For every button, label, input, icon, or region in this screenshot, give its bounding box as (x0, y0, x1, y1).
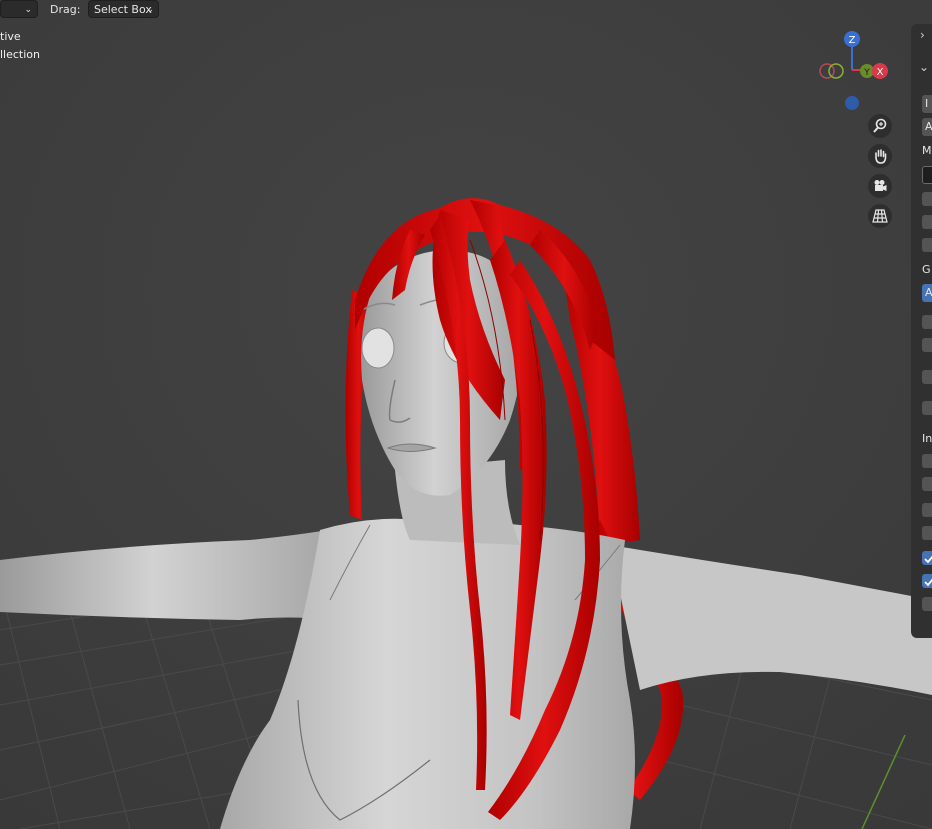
sidebar-option-box[interactable] (922, 315, 932, 329)
pan-button[interactable] (868, 144, 892, 168)
viewport-mode-text: tive (0, 30, 21, 43)
hand-icon (875, 149, 887, 164)
sidebar-active-button[interactable]: A (922, 284, 932, 302)
sidebar-field-1[interactable]: I (922, 95, 932, 113)
collection-text: llection (0, 48, 40, 61)
sidebar-label-g: G (922, 263, 931, 276)
sidebar-select-field[interactable] (922, 166, 932, 184)
zoom-button[interactable] (868, 114, 892, 138)
sidebar-option-box[interactable] (922, 477, 932, 491)
sidebar-label-in: In (922, 432, 932, 445)
sidebar-option-box[interactable] (922, 192, 932, 206)
navigation-gizmo[interactable]: Y Z X (812, 28, 896, 118)
sidebar-option-box[interactable] (922, 503, 932, 517)
drag-mode-label: Select Box (94, 3, 152, 16)
negative-z-axis-icon[interactable] (845, 96, 859, 110)
checkmark-icon (924, 578, 932, 587)
x-axis-label: X (877, 67, 884, 78)
sidebar-option-box[interactable] (922, 401, 932, 415)
sidebar-checkbox-checked[interactable] (922, 574, 932, 588)
sidebar-option-box[interactable] (922, 370, 932, 384)
sidebar-option-box[interactable] (922, 526, 932, 540)
sidebar-option-box[interactable] (922, 597, 932, 611)
drag-label: Drag: (50, 3, 81, 16)
checkmark-icon (924, 555, 932, 564)
chevron-down-icon: ⌄ (146, 5, 154, 15)
sidebar-option-box[interactable] (922, 454, 932, 468)
sidebar-field-2[interactable]: A (922, 118, 932, 136)
sidebar-panel[interactable]: › ⌄ I A M G A In (911, 24, 932, 638)
negative-y-axis-icon[interactable] (828, 63, 844, 79)
chevron-right-icon[interactable]: › (920, 28, 925, 42)
camera-icon (874, 180, 887, 191)
z-axis-label: Z (849, 35, 856, 46)
camera-view-button[interactable] (868, 174, 892, 198)
sidebar-label-m: M (922, 144, 932, 157)
3d-viewport[interactable] (0, 0, 932, 829)
sidebar-option-box[interactable] (922, 338, 932, 352)
perspective-toggle-button[interactable] (868, 204, 892, 228)
left-eye (361, 327, 395, 369)
sidebar-checkbox-checked[interactable] (922, 551, 932, 565)
sidebar-option-box[interactable] (922, 238, 932, 252)
chevron-down-icon: ⌄ (24, 5, 32, 15)
grid-perspective-icon (872, 209, 888, 223)
sidebar-option-box[interactable] (922, 215, 932, 229)
mode-dropdown[interactable]: ⌄ (0, 0, 38, 18)
y-axis-label: Y (863, 68, 870, 78)
panel-collapse-chevron-icon[interactable]: ⌄ (919, 60, 929, 74)
zoom-icon (873, 118, 887, 133)
drag-mode-dropdown[interactable]: Select Box ⌄ (88, 0, 159, 18)
